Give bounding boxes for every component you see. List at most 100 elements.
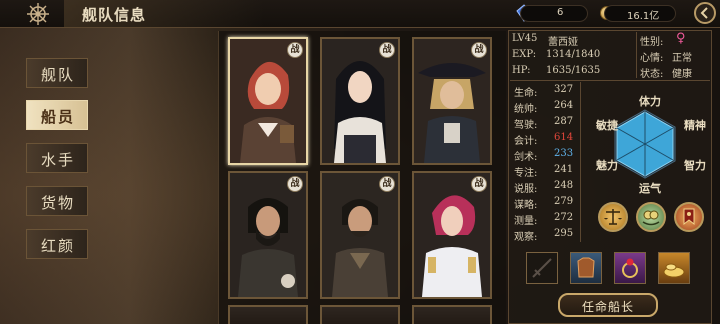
nav-item-sailors[interactable]: 水手 [26, 143, 88, 173]
gold-counter: 16.1亿 [604, 5, 676, 22]
stat-row: 测量: 272 [514, 212, 573, 227]
nav-item-cargo[interactable]: 货物 [26, 186, 88, 216]
hp-value: 1635/1635 [546, 65, 601, 76]
crew-name: 蕾西娅 [548, 37, 578, 48]
stat-label: 剑术: [514, 152, 538, 163]
equipment-slot-armor[interactable] [570, 252, 602, 284]
stat-value: 264 [554, 100, 574, 111]
nav-item-label: 水手 [40, 151, 75, 169]
nav-item-beauties[interactable]: 红颜 [26, 229, 88, 259]
stat-value: 241 [554, 164, 574, 175]
crew-card[interactable] [412, 305, 492, 324]
stat-value: 233 [554, 148, 574, 159]
ship-wheel-icon[interactable] [26, 2, 50, 26]
exp-value: 1314/1840 [546, 49, 601, 60]
stat-label: 专注: [514, 168, 538, 179]
coins-button[interactable] [636, 202, 666, 232]
radar-label-agility: 敏捷 [596, 119, 618, 132]
battle-badge: 战 [379, 176, 395, 192]
attribute-radar [614, 109, 676, 179]
stat-value: 248 [554, 180, 574, 191]
stat-row: 统帅: 264 [514, 100, 573, 115]
appoint-captain-label: 任命船长 [581, 300, 634, 314]
stat-row: 剑术: 233 [514, 148, 573, 163]
stat-label: 生命: [514, 88, 538, 99]
crew-card[interactable]: 战 [320, 37, 400, 165]
stat-row: 谋略: 279 [514, 196, 573, 211]
nav-item-crew[interactable]: 船员 [26, 100, 88, 130]
crew-card[interactable] [320, 305, 400, 324]
radar-label-stamina: 体力 [639, 95, 661, 108]
coins-icon [642, 210, 660, 226]
stat-value: 295 [554, 228, 574, 239]
nav-item-label: 红颜 [40, 237, 75, 255]
battle-badge: 战 [287, 42, 303, 58]
scales-icon [604, 209, 622, 225]
chevron-left-icon [700, 7, 708, 19]
radar-label-charm: 魅力 [596, 159, 618, 172]
stat-value: 327 [554, 84, 574, 95]
radar-label-spirit: 精神 [684, 119, 706, 132]
mood-value: 正常 [672, 53, 692, 64]
hp-label: HP: [512, 65, 531, 76]
crew-card[interactable] [228, 305, 308, 324]
battle-badge: 战 [287, 176, 303, 192]
back-button[interactable] [694, 2, 716, 24]
banner-button[interactable] [674, 202, 704, 232]
female-icon: ♀ [676, 31, 686, 46]
ring-icon [622, 258, 638, 278]
equipment-slot-ring[interactable] [614, 252, 646, 284]
crew-card[interactable]: 战 [412, 37, 492, 165]
page-title: 舰队信息 [82, 6, 147, 24]
stat-label: 测量: [514, 216, 538, 227]
state-value: 健康 [672, 69, 692, 80]
battle-badge: 战 [471, 42, 487, 58]
stat-label: 统帅: [514, 104, 538, 115]
stat-row: 生命: 327 [514, 84, 573, 99]
stat-row: 会计: 614 [514, 132, 573, 147]
nav-item-label: 船员 [40, 108, 75, 126]
stat-row: 专注: 241 [514, 164, 573, 179]
stat-value: 279 [554, 196, 574, 207]
stat-value: 287 [554, 116, 574, 127]
gender-label: 性别: [640, 37, 664, 48]
gold-count: 16.1亿 [627, 11, 660, 22]
armor-icon [577, 257, 595, 278]
state-label: 状态: [640, 69, 664, 80]
sword-icon [532, 258, 552, 278]
radar-label-intelligence: 智力 [684, 159, 706, 172]
stat-value: 272 [554, 212, 574, 223]
banner-icon [683, 208, 695, 226]
stat-value: 614 [554, 132, 574, 143]
gem-count: 6 [557, 7, 564, 18]
equipment-slot-weapon[interactable] [526, 252, 558, 284]
mood-label: 心情: [640, 53, 664, 64]
level-value: LV45 [512, 33, 538, 44]
nav-item-label: 舰队 [40, 66, 75, 84]
gem-counter: 6 [520, 5, 588, 22]
stat-label: 驾驶: [514, 120, 538, 131]
battle-badge: 战 [471, 176, 487, 192]
divider [580, 82, 581, 242]
radar-label-luck: 运气 [639, 182, 661, 195]
equipment-slot-treasure[interactable] [658, 252, 690, 284]
stat-label: 观察: [514, 232, 538, 243]
crew-card[interactable]: 战 [412, 171, 492, 299]
nav-item-label: 货物 [40, 194, 75, 212]
divider [636, 32, 637, 78]
crew-card[interactable]: 战 [320, 171, 400, 299]
stat-label: 会计: [514, 136, 538, 147]
stat-label: 说服: [514, 184, 538, 195]
crew-card[interactable]: 战 [228, 171, 308, 299]
divider [510, 80, 710, 81]
appoint-captain-button[interactable]: 任命船长 [558, 293, 658, 317]
stat-label: 谋略: [514, 200, 538, 211]
exp-label: EXP: [512, 49, 537, 60]
gold-pile-icon [663, 263, 685, 278]
nav-item-fleet[interactable]: 舰队 [26, 58, 88, 88]
scales-button[interactable] [598, 202, 628, 232]
stat-row: 说服: 248 [514, 180, 573, 195]
crew-level: LV45 [512, 33, 537, 44]
crew-card[interactable]: 战 [228, 37, 308, 165]
stat-row: 观察: 295 [514, 228, 573, 243]
